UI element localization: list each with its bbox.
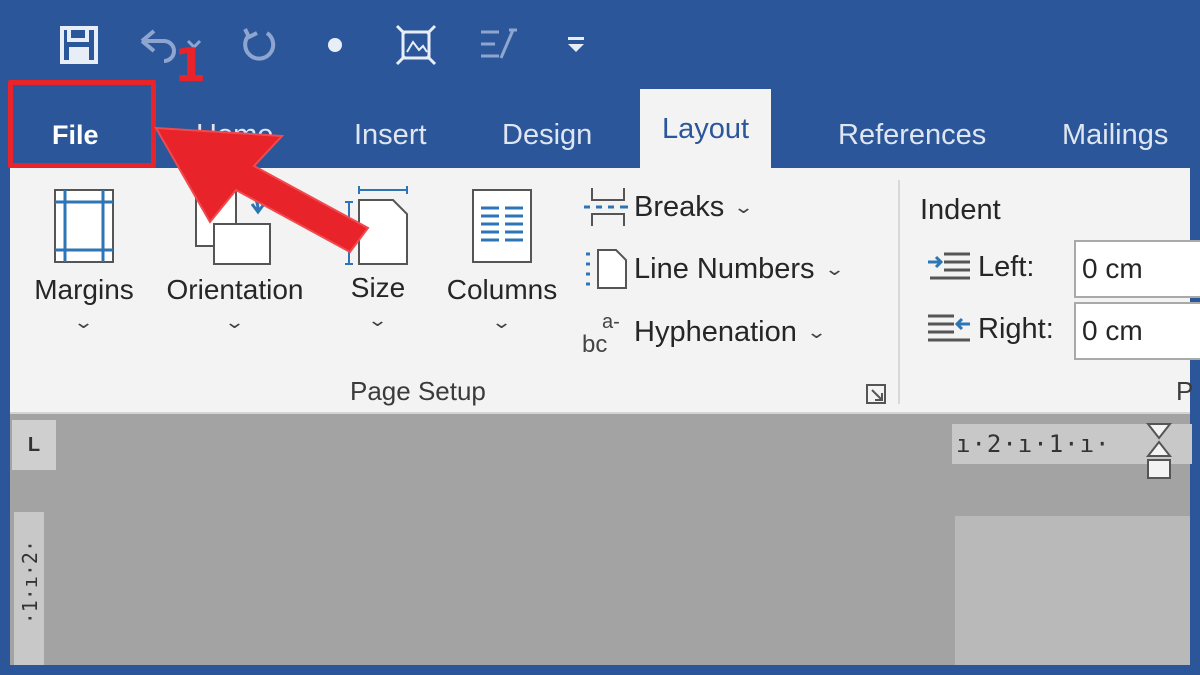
annotation-arrow xyxy=(154,126,370,254)
